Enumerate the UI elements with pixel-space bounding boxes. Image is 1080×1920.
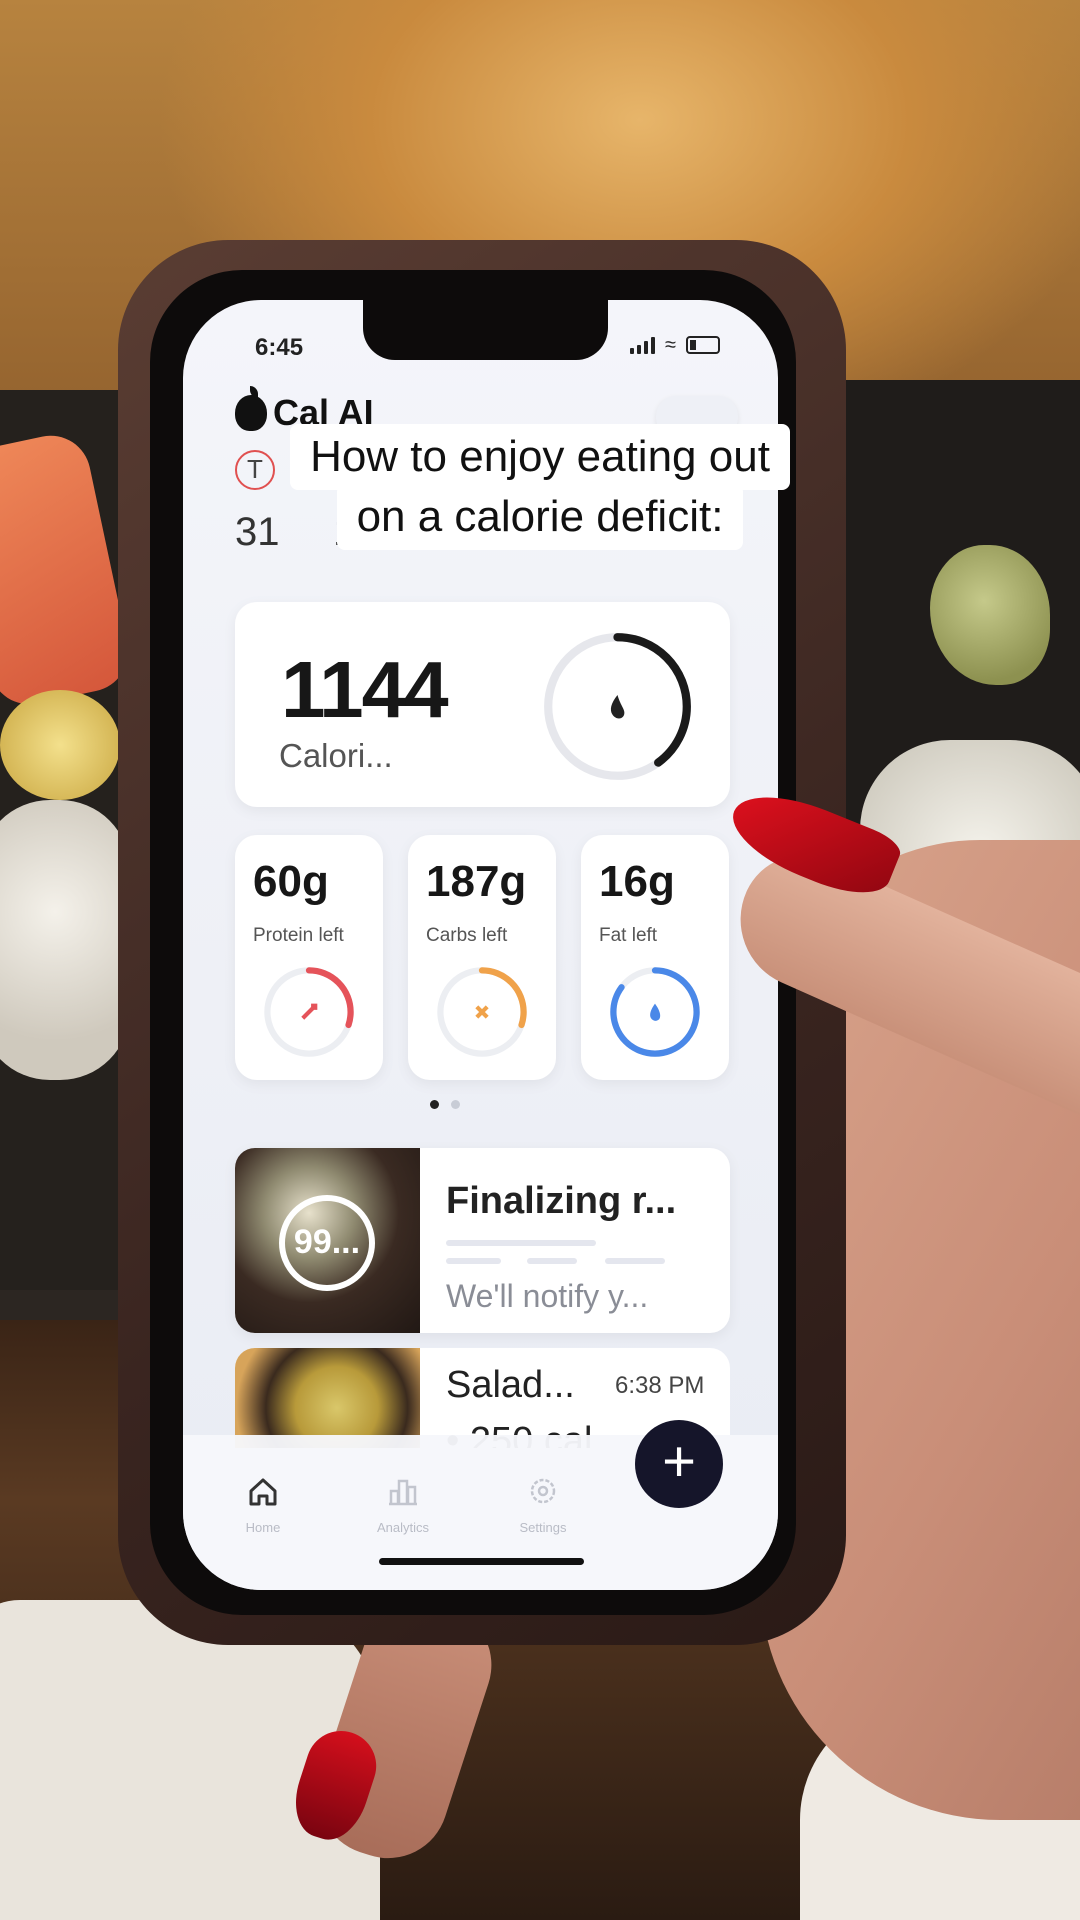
meal-time: 6:38 PM (615, 1372, 705, 1399)
calories-label: Calori... (279, 737, 393, 774)
skeleton-line (446, 1258, 501, 1264)
analyzing-food-card[interactable]: 99... Finalizing r... We'll notify y... (235, 1148, 730, 1333)
rice-left (0, 800, 130, 1080)
tab-settings-label: Settings (519, 1520, 567, 1535)
gear-icon (530, 1478, 556, 1504)
fat-ring (610, 967, 700, 1057)
tab-home-label: Home (245, 1520, 281, 1535)
meal-title: Salad... (446, 1364, 575, 1406)
protein-ring (264, 967, 354, 1057)
skeleton-line (605, 1258, 665, 1264)
protein-card[interactable]: 60g Protein left (235, 835, 383, 1080)
home-indicator[interactable] (379, 1558, 584, 1565)
carbs-label: Carbs left (426, 925, 508, 946)
home-icon (249, 1478, 277, 1506)
wheat-icon (475, 1005, 489, 1019)
page-dot-active (430, 1100, 439, 1109)
tab-analytics-label: Analytics (376, 1520, 430, 1535)
signal-icon (630, 336, 656, 354)
caption-line-2: on a calorie deficit: (336, 484, 744, 550)
calories-value: 1144 (281, 645, 449, 734)
tab-home[interactable]: Home (223, 1471, 303, 1535)
carbs-value: 187g (426, 857, 527, 906)
carbs-card[interactable]: 187g Carbs left (408, 835, 556, 1080)
food-photo: 99... (235, 1148, 420, 1333)
carbs-ring (437, 967, 527, 1057)
fat-value: 16g (599, 857, 675, 906)
tab-analytics[interactable]: Analytics (363, 1471, 443, 1535)
add-food-button[interactable]: + (635, 1420, 723, 1508)
battery-icon (686, 336, 720, 354)
page-indicator[interactable] (430, 1100, 460, 1109)
tab-settings[interactable]: Settings (503, 1471, 583, 1535)
analytics-icon (389, 1479, 417, 1506)
skeleton-line (446, 1240, 596, 1246)
protein-value: 60g (253, 857, 329, 906)
salad-photo (235, 1348, 420, 1448)
page-dot (451, 1100, 460, 1109)
analyzing-subtitle: We'll notify y... (446, 1278, 649, 1314)
fat-card[interactable]: 16g Fat left (581, 835, 729, 1080)
wifi-icon: ≈ (665, 334, 676, 356)
protein-label: Protein left (253, 925, 344, 946)
calories-card[interactable]: 1144 Calori... (235, 602, 730, 807)
fat-label: Fat left (599, 925, 658, 946)
caption-overlay: How to enjoy eating out on a calorie def… (0, 424, 1080, 550)
lemon-slice (0, 690, 120, 800)
calories-ring (544, 633, 691, 780)
analyzing-title: Finalizing r... (446, 1180, 677, 1222)
caption-line-1: How to enjoy eating out (290, 424, 790, 490)
notch (363, 300, 608, 360)
skeleton-line (527, 1258, 577, 1264)
droplet-icon (650, 1003, 661, 1021)
flame-icon (610, 694, 625, 719)
drumstick-icon (301, 1003, 318, 1020)
analysis-progress: 99... (279, 1195, 375, 1291)
status-icons: ≈ (630, 334, 720, 356)
status-time: 6:45 (255, 334, 304, 361)
